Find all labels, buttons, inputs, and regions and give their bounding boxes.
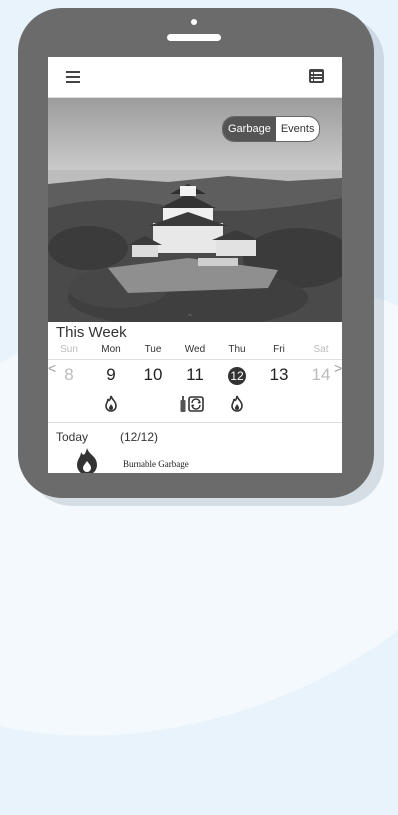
bottle-icon [180,396,186,412]
weekday-thu: Thu [228,344,246,355]
top-bar [48,57,342,98]
icon-cell [216,391,258,419]
date-cell[interactable]: 10 [132,365,174,385]
today-date: (12/12) [120,430,159,444]
date-cell[interactable]: 9 [90,365,132,385]
weekday-tue: Tue [144,344,162,355]
list-view-icon[interactable] [309,69,324,83]
toggle-events[interactable]: Events [275,117,320,141]
icon-cell [90,391,132,419]
garbage-events-toggle[interactable]: Garbage Events [222,116,321,142]
hamburger-menu-icon[interactable] [66,71,80,83]
date-cell[interactable]: 13 [258,365,300,385]
icon-cell [132,391,174,419]
weekday-fri: Fri [273,344,285,355]
section-divider [48,422,342,423]
icon-cell [258,391,300,419]
phone-camera [191,19,197,25]
hero-photo: Garbage Events [48,98,342,328]
week-title: This Week [56,324,127,341]
date-cell[interactable]: 11 [174,365,216,385]
icon-cell [300,391,342,419]
week-dates: 8 9 10 11 12 13 14 [48,359,342,390]
weekday-mon: Mon [101,344,121,355]
weekday-header: Sun Mon Tue Wed Thu Fri Sat [48,344,342,355]
next-week-arrow[interactable]: > [334,360,342,376]
today-garbage-type[interactable]: Burnable Garbage [123,459,189,469]
weekday-sun: Sun [60,344,78,355]
collapse-chevron-up-icon[interactable]: ⌃ [186,313,194,324]
garbage-icons-row [48,391,342,419]
date-cell-today[interactable]: 12 [216,365,258,385]
app-screen: Garbage Events ⌃ This Week Sun Mon Tue W… [48,57,342,473]
toggle-garbage[interactable]: Garbage [223,117,276,141]
today-label: Today [56,430,89,444]
weekday-wed: Wed [184,344,206,355]
icon-cell [174,391,216,419]
today-flame-icon [77,448,97,473]
weekday-sat: Sat [313,344,329,355]
today-date-badge: 12 [228,367,246,385]
phone-speaker [167,34,221,41]
recycle-icon [188,396,204,412]
prev-week-arrow[interactable]: < [48,360,56,376]
burnable-flame-icon [231,395,243,412]
burnable-flame-icon [105,395,117,412]
icon-cell [48,391,90,419]
